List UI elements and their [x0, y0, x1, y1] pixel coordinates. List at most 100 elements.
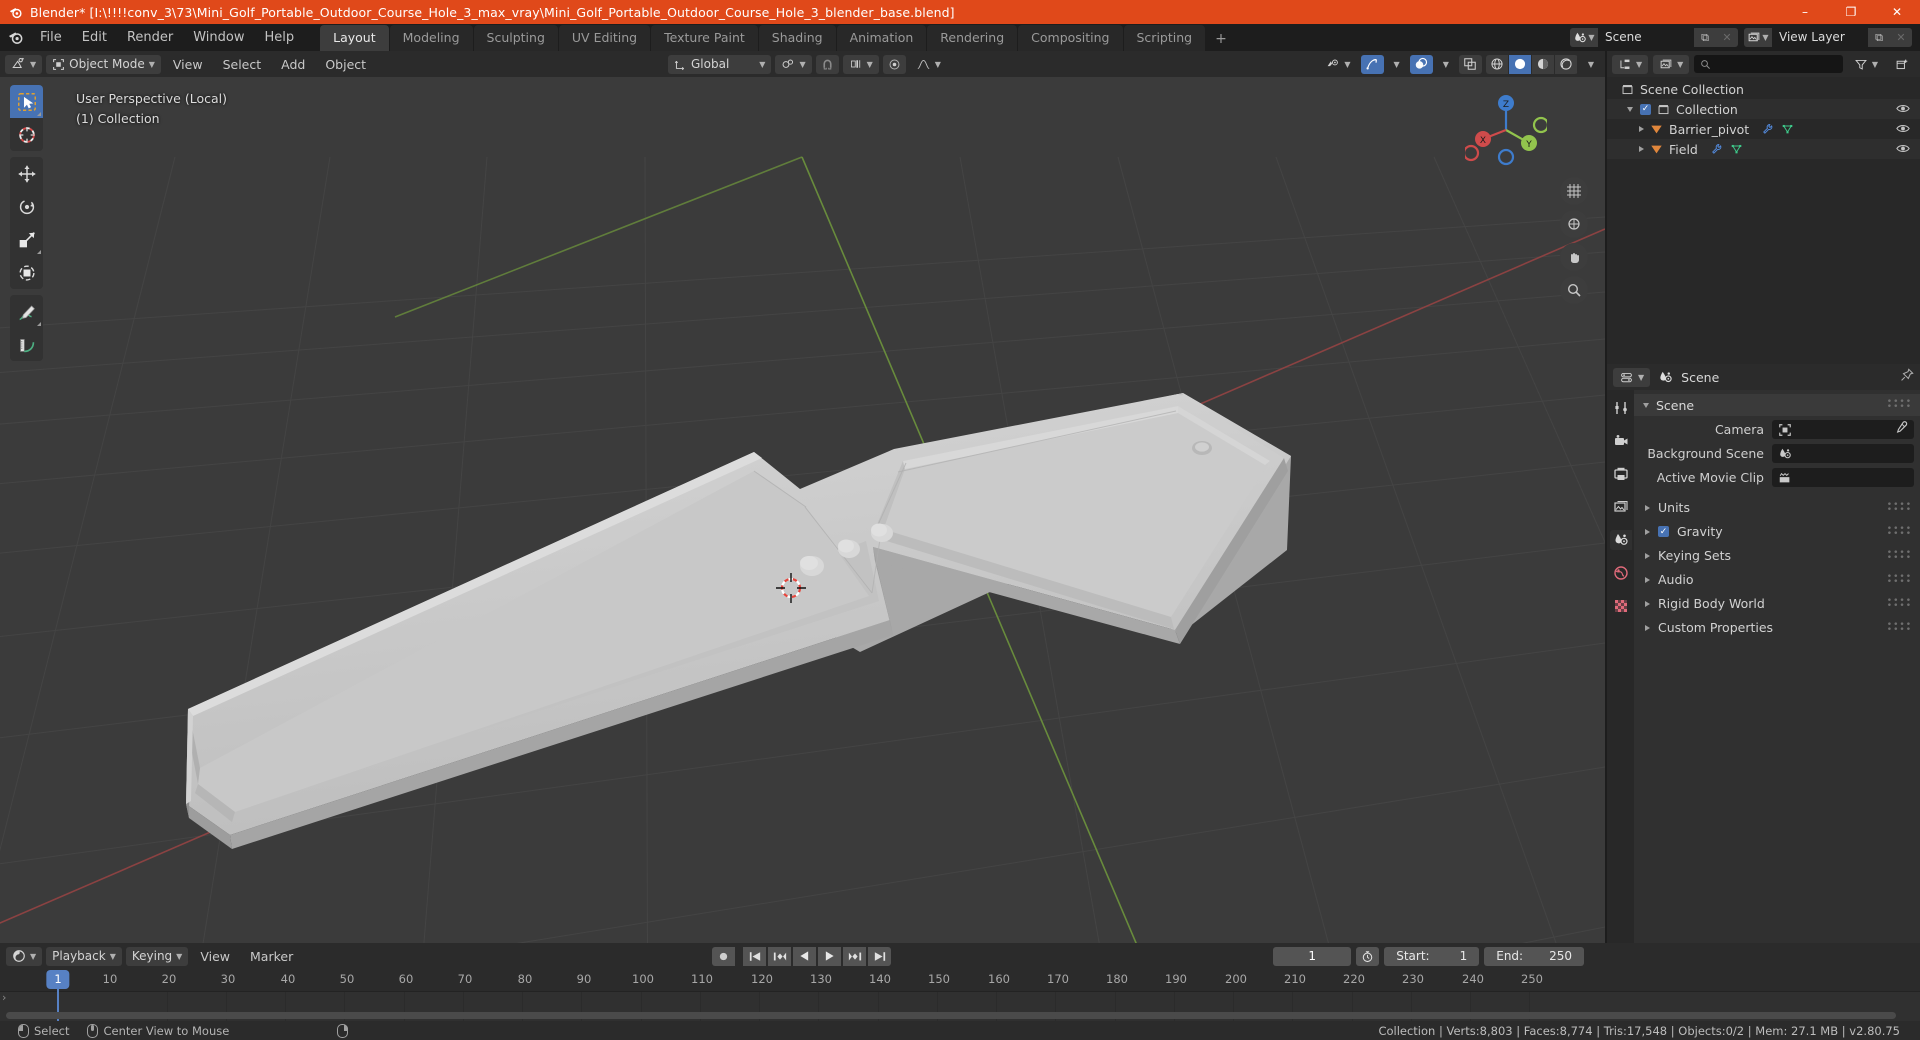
shading-solid-button[interactable]: [1508, 54, 1532, 74]
zoom-view-icon[interactable]: [1560, 177, 1588, 205]
section-custom-properties[interactable]: Custom Properties •••• ••••: [1634, 617, 1920, 638]
next-keyframe-button[interactable]: [843, 946, 866, 966]
view-layer-datablock[interactable]: ▼ View Layer ⧉ ✕: [1744, 28, 1912, 47]
frame-end-field[interactable]: End: 250: [1484, 946, 1584, 966]
properties-tab-texture[interactable]: [1610, 596, 1632, 616]
gravity-checkbox[interactable]: ✓: [1658, 526, 1669, 537]
add-workspace-button[interactable]: +: [1206, 27, 1236, 51]
outliner-row-field[interactable]: Field: [1607, 139, 1920, 159]
outliner-editor[interactable]: ▼ ▼ ▼ Scene Collection ✓ Collection Barr…: [1607, 51, 1920, 364]
viewport-menu-view[interactable]: View: [165, 55, 211, 74]
view-layer-name-field[interactable]: View Layer: [1772, 28, 1868, 47]
record-button[interactable]: [712, 946, 735, 966]
remove-view-layer-button[interactable]: ✕: [1890, 28, 1912, 47]
object-mode-selector[interactable]: Object Mode ▼: [46, 54, 161, 74]
outliner-row-barrier-pivot[interactable]: Barrier_pivot: [1607, 119, 1920, 139]
timeline-scrollbar[interactable]: [6, 1012, 1896, 1019]
shading-wireframe-button[interactable]: [1485, 54, 1509, 74]
camera-field[interactable]: [1772, 420, 1914, 439]
timeline-sidebar-toggle[interactable]: ›: [2, 991, 6, 1004]
disclosure-triangle-icon[interactable]: [1645, 504, 1650, 511]
visibility-eye-icon[interactable]: [1896, 122, 1910, 137]
disclosure-triangle-icon[interactable]: [1645, 624, 1650, 631]
section-audio[interactable]: Audio •••• ••••: [1634, 569, 1920, 590]
snap-target-selector[interactable]: ▼: [775, 54, 812, 74]
modifier-icon[interactable]: [1710, 143, 1723, 155]
tab-compositing[interactable]: Compositing: [1018, 25, 1123, 51]
timeline-view-menu[interactable]: View: [192, 947, 238, 966]
properties-editor[interactable]: ▼ Scene Scene •••• •••• Camera Backgroun…: [1607, 364, 1920, 943]
section-gravity[interactable]: ✓ Gravity •••• ••••: [1634, 521, 1920, 542]
visibility-eye-icon[interactable]: [1896, 142, 1910, 157]
outliner-editor-type-selector[interactable]: ▼: [1612, 54, 1649, 74]
tab-texture-paint[interactable]: Texture Paint: [651, 25, 758, 51]
disclosure-triangle-icon[interactable]: [1639, 146, 1644, 152]
eyedropper-icon[interactable]: [1894, 420, 1908, 439]
proportional-edit-toggle[interactable]: [882, 54, 906, 74]
section-units[interactable]: Units •••• ••••: [1634, 497, 1920, 518]
disclosure-triangle-icon[interactable]: [1639, 126, 1644, 132]
disclosure-triangle-icon[interactable]: [1627, 106, 1633, 112]
proportional-falloff-selector[interactable]: ▼: [910, 55, 947, 74]
properties-tab-render[interactable]: [1610, 431, 1632, 451]
editor-type-selector[interactable]: ▼: [5, 54, 43, 74]
camera-view-icon[interactable]: [1560, 210, 1588, 238]
show-gizmo-toggle[interactable]: [1360, 54, 1384, 74]
xray-toggle[interactable]: [1458, 54, 1482, 74]
section-rigid-body-world[interactable]: Rigid Body World •••• ••••: [1634, 593, 1920, 614]
visibility-selector[interactable]: ▼: [1319, 55, 1356, 74]
viewport-menu-add[interactable]: Add: [273, 55, 313, 74]
move-view-hand-icon[interactable]: [1560, 243, 1588, 271]
measure-tool-button[interactable]: [10, 328, 43, 361]
play-button[interactable]: [818, 946, 841, 966]
tab-animation[interactable]: Animation: [836, 25, 927, 51]
auto-keying-button[interactable]: [1356, 946, 1380, 966]
snap-mode-selector[interactable]: ▼: [842, 54, 879, 74]
active-movie-clip-field[interactable]: [1772, 468, 1914, 487]
previous-keyframe-button[interactable]: [768, 946, 791, 966]
rotate-tool-button[interactable]: [10, 190, 43, 223]
properties-tab-world[interactable]: [1610, 563, 1632, 583]
zoom-magnifier-icon[interactable]: [1560, 276, 1588, 304]
disclosure-triangle-icon[interactable]: [1645, 528, 1650, 535]
maximize-button[interactable]: ❐: [1828, 0, 1874, 24]
frame-start-field[interactable]: Start: 1: [1384, 946, 1480, 966]
modifier-icon[interactable]: [1761, 123, 1774, 135]
tweak-select-tool-button[interactable]: [10, 85, 43, 118]
timeline-playback-menu[interactable]: Playback ▼: [46, 946, 122, 966]
mesh-data-icon[interactable]: [1781, 123, 1794, 135]
mesh-data-icon[interactable]: [1730, 143, 1743, 155]
outliner-filter-button[interactable]: ▼: [1848, 55, 1884, 74]
gizmo-options-dropdown[interactable]: ▼: [1388, 55, 1406, 74]
properties-editor-type-selector[interactable]: ▼: [1613, 367, 1651, 387]
menu-edit[interactable]: Edit: [72, 27, 117, 48]
jump-to-end-button[interactable]: [868, 946, 891, 966]
outliner-display-mode-selector[interactable]: ▼: [1653, 54, 1690, 74]
scene-icon[interactable]: ▼: [1570, 28, 1598, 47]
timeline-editor[interactable]: 10 20 30 40 50 60 70 80 90 100 110 120 1…: [0, 969, 1920, 1022]
play-reverse-button[interactable]: [793, 946, 816, 966]
menu-file[interactable]: File: [30, 27, 72, 48]
viewport-menu-select[interactable]: Select: [215, 55, 270, 74]
outliner-search-input[interactable]: [1694, 55, 1843, 73]
3d-viewport[interactable]: User Perspective (Local) (1) Collection: [0, 77, 1605, 943]
blender-logo-icon[interactable]: [0, 29, 30, 46]
properties-tab-scene[interactable]: [1609, 530, 1632, 550]
collection-checkbox[interactable]: ✓: [1640, 103, 1651, 115]
show-overlays-toggle[interactable]: [1409, 54, 1433, 74]
disclosure-triangle-icon[interactable]: [1645, 576, 1650, 583]
section-keying-sets[interactable]: Keying Sets •••• ••••: [1634, 545, 1920, 566]
jump-to-start-button[interactable]: [743, 946, 766, 966]
background-scene-field[interactable]: [1772, 444, 1914, 463]
outliner-row-collection[interactable]: ✓ Collection: [1607, 99, 1920, 119]
timeline-ruler[interactable]: 10 20 30 40 50 60 70 80 90 100 110 120 1…: [0, 969, 1920, 1021]
menu-help[interactable]: Help: [255, 27, 305, 48]
current-frame-field[interactable]: 1: [1273, 946, 1352, 966]
panel-disclosure-icon[interactable]: [1643, 402, 1649, 408]
overlay-options-dropdown[interactable]: ▼: [1437, 55, 1455, 74]
navigation-gizmo[interactable]: Z Y X: [1465, 89, 1547, 171]
menu-window[interactable]: Window: [183, 27, 254, 48]
timeline-marker-menu[interactable]: Marker: [242, 947, 301, 966]
unlink-scene-button[interactable]: ✕: [1716, 28, 1738, 47]
cursor-tool-button[interactable]: [10, 118, 43, 151]
